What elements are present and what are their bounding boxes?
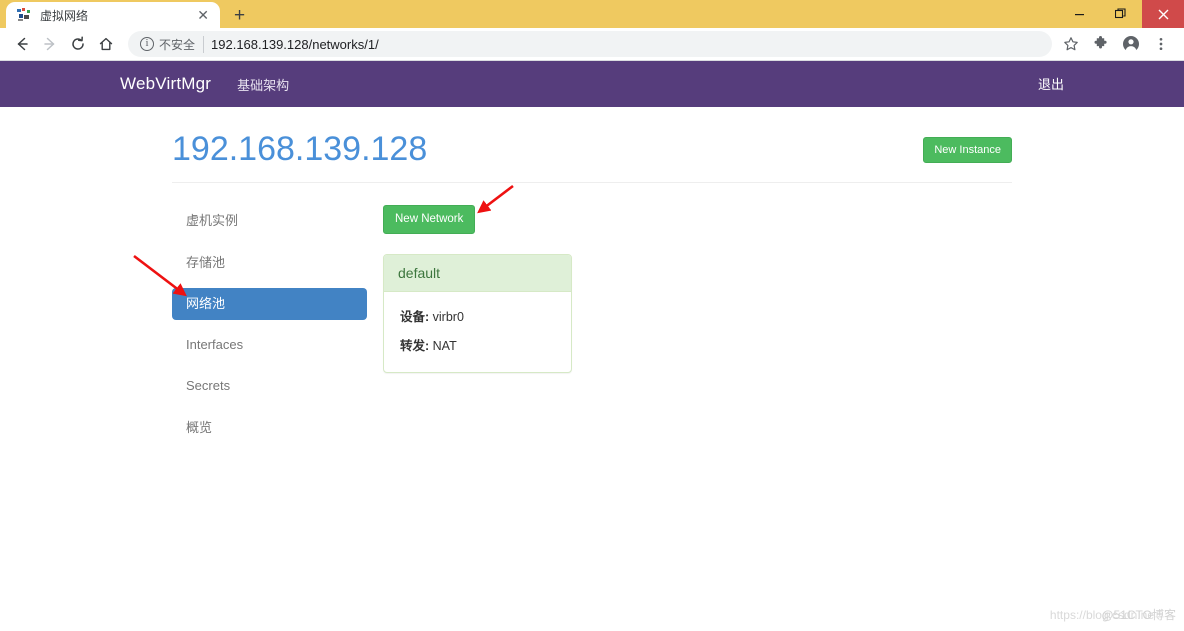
network-device-value: virbr0	[432, 310, 464, 325]
sidebar-item-storages[interactable]: 存储池	[172, 247, 367, 279]
close-window-button[interactable]	[1142, 0, 1184, 28]
bookmark-star-icon[interactable]	[1056, 30, 1086, 58]
network-forward-row: 转发: NAT	[400, 335, 555, 354]
forward-icon[interactable]	[36, 30, 64, 58]
browser-tab-strip: 虚拟网络 ✕ +	[0, 0, 1184, 28]
browser-tab-title: 虚拟网络	[40, 8, 89, 23]
network-forward-label: 转发:	[400, 339, 430, 354]
content-area: New Network default 设备: virbr0 转发: NAT	[367, 205, 1012, 453]
app-favicon-icon	[16, 7, 32, 23]
page-title: 192.168.139.128	[172, 130, 428, 168]
profile-icon[interactable]	[1116, 30, 1146, 58]
browser-tab[interactable]: 虚拟网络 ✕	[6, 2, 220, 28]
brand-webvirtmgr[interactable]: WebVirtMgr	[120, 74, 211, 94]
watermark: https://blog.csdn.ne @51CTO博客	[1050, 606, 1176, 623]
logout-link[interactable]: 退出	[1038, 77, 1064, 92]
network-panel-body: 设备: virbr0 转发: NAT	[384, 292, 571, 372]
network-panel-title: default	[384, 255, 571, 293]
sidebar-item-secrets[interactable]: Secrets	[172, 370, 367, 402]
page-header: 192.168.139.128 New Instance	[172, 130, 1012, 184]
toolbar-icon-group	[1056, 30, 1176, 58]
sidebar: 虚机实例 存储池 网络池 Interfaces Secrets 概览	[172, 205, 367, 453]
new-instance-button[interactable]: New Instance	[923, 137, 1012, 164]
nav-item-infrastructure[interactable]: 基础架构	[237, 75, 289, 94]
network-panel-default[interactable]: default 设备: virbr0 转发: NAT	[383, 254, 572, 374]
reload-icon[interactable]	[64, 30, 92, 58]
new-tab-button[interactable]: +	[234, 6, 245, 25]
browser-menu-icon[interactable]	[1146, 30, 1176, 58]
security-label: 不安全	[159, 35, 205, 53]
window-controls	[1058, 0, 1184, 28]
page-info-icon[interactable]: i	[140, 37, 154, 51]
body-row: 虚机实例 存储池 网络池 Interfaces Secrets 概览 New N…	[172, 183, 1012, 453]
main-container: 192.168.139.128 New Instance 虚机实例 存储池 网络…	[172, 107, 1012, 453]
home-icon[interactable]	[92, 30, 120, 58]
address-bar-url: 192.168.139.128/networks/1/	[211, 36, 379, 52]
sidebar-item-interfaces[interactable]: Interfaces	[172, 329, 367, 361]
page-viewport: WebVirtMgr 基础架构 退出 192.168.139.128 New I…	[0, 61, 1184, 631]
minimize-window-button[interactable]	[1058, 0, 1100, 28]
back-icon[interactable]	[8, 30, 36, 58]
address-bar[interactable]: i 不安全 192.168.139.128/networks/1/	[128, 31, 1052, 57]
sidebar-item-networks[interactable]: 网络池	[172, 287, 367, 321]
new-network-button[interactable]: New Network	[383, 205, 476, 235]
app-navbar: WebVirtMgr 基础架构 退出	[0, 61, 1184, 107]
network-device-label: 设备:	[400, 310, 430, 325]
watermark-brand: @51CTO博客	[1101, 608, 1176, 622]
maximize-window-button[interactable]	[1100, 0, 1142, 28]
network-device-row: 设备: virbr0	[400, 306, 555, 325]
sidebar-item-instances[interactable]: 虚机实例	[172, 205, 367, 237]
browser-toolbar: i 不安全 192.168.139.128/networks/1/	[0, 28, 1184, 61]
close-icon[interactable]: ✕	[194, 8, 212, 22]
network-forward-value: NAT	[432, 339, 457, 354]
extensions-puzzle-icon[interactable]	[1086, 30, 1116, 58]
sidebar-item-overview[interactable]: 概览	[172, 412, 367, 444]
